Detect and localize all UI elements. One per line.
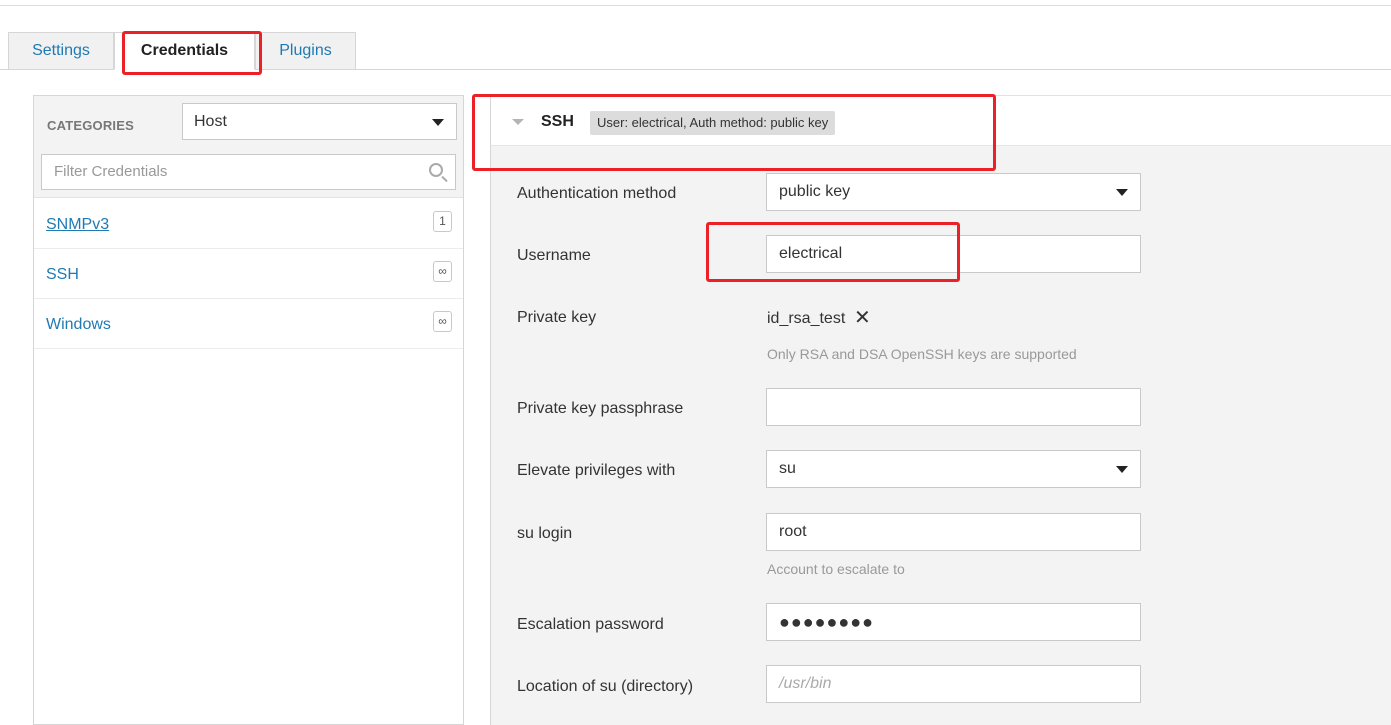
auth-method-value: public key bbox=[779, 183, 851, 200]
collapse-caret-icon[interactable] bbox=[512, 119, 524, 125]
su-login-input[interactable]: root bbox=[766, 513, 1141, 551]
categories-label: CATEGORIES bbox=[47, 118, 134, 133]
remove-icon[interactable]: ✕ bbox=[854, 308, 871, 328]
su-login-label: su login bbox=[517, 525, 573, 542]
category-select[interactable]: Host bbox=[182, 103, 457, 140]
top-divider bbox=[0, 5, 1391, 6]
auth-method-label: Authentication method bbox=[517, 185, 677, 202]
infinity-badge: ∞ bbox=[433, 311, 452, 332]
credential-item-ssh[interactable]: SSH ∞ bbox=[34, 249, 463, 299]
su-login-value: root bbox=[779, 523, 807, 540]
elevate-label: Elevate privileges with bbox=[517, 462, 676, 479]
elevate-value: su bbox=[779, 460, 796, 477]
filter-placeholder: Filter Credentials bbox=[54, 163, 168, 180]
username-input[interactable]: electrical bbox=[766, 235, 1141, 273]
private-key-help: Only RSA and DSA OpenSSH keys are suppor… bbox=[767, 346, 1077, 362]
ssh-section-title: SSH bbox=[541, 113, 574, 130]
chevron-down-icon bbox=[1116, 466, 1128, 473]
chevron-down-icon bbox=[1116, 189, 1128, 196]
infinity-badge: ∞ bbox=[433, 261, 452, 282]
tab-settings[interactable]: Settings bbox=[8, 32, 114, 70]
su-location-label: Location of su (directory) bbox=[517, 678, 694, 695]
elevate-select[interactable]: su bbox=[766, 450, 1141, 488]
credential-link[interactable]: Windows bbox=[46, 316, 111, 334]
auth-method-select[interactable]: public key bbox=[766, 173, 1141, 211]
escalation-password-input[interactable]: ●●●●●●●● bbox=[766, 603, 1141, 641]
escalation-password-label: Escalation password bbox=[517, 616, 664, 633]
categories-header: CATEGORIES Host Filter Credentials bbox=[34, 96, 463, 198]
categories-panel: CATEGORIES Host Filter Credentials SNMPv… bbox=[33, 95, 464, 725]
credential-link[interactable]: SNMPv3 bbox=[46, 216, 109, 234]
category-select-value: Host bbox=[194, 113, 227, 130]
username-value: electrical bbox=[779, 245, 843, 262]
credential-item-snmpv3[interactable]: SNMPv3 1 bbox=[34, 199, 463, 249]
passphrase-input[interactable] bbox=[766, 388, 1141, 426]
username-label: Username bbox=[517, 247, 591, 264]
credential-link[interactable]: SSH bbox=[46, 266, 79, 284]
private-key-filename: id_rsa_test bbox=[767, 310, 846, 327]
su-login-help: Account to escalate to bbox=[767, 561, 905, 577]
su-location-input[interactable]: /usr/bin bbox=[766, 665, 1141, 703]
search-icon bbox=[429, 163, 443, 177]
count-badge: 1 bbox=[433, 211, 452, 232]
ssh-section-header[interactable]: SSH User: electrical, Auth method: publi… bbox=[491, 96, 1391, 146]
private-key-label: Private key bbox=[517, 309, 597, 326]
escalation-password-value: ●●●●●●●● bbox=[779, 612, 874, 632]
ssh-summary-badge: User: electrical, Auth method: public ke… bbox=[590, 111, 836, 135]
tab-plugins[interactable]: Plugins bbox=[255, 32, 356, 70]
su-location-placeholder: /usr/bin bbox=[779, 675, 832, 692]
tab-credentials[interactable]: Credentials bbox=[114, 32, 255, 70]
chevron-down-icon bbox=[432, 119, 444, 126]
filter-credentials-input[interactable]: Filter Credentials bbox=[41, 154, 456, 190]
credential-item-windows[interactable]: Windows ∞ bbox=[34, 299, 463, 349]
ssh-credential-panel: SSH User: electrical, Auth method: publi… bbox=[490, 95, 1391, 725]
passphrase-label: Private key passphrase bbox=[517, 400, 684, 417]
